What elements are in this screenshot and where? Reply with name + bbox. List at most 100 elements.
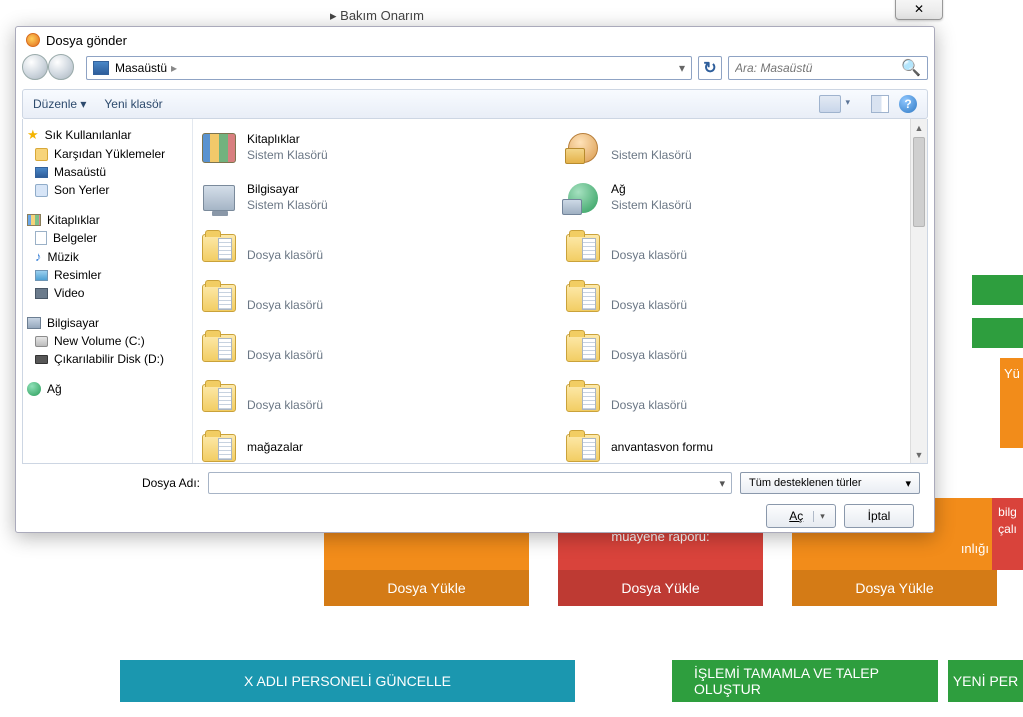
item-network[interactable]: AğSistem Klasörü [563,175,927,221]
item-folder-5-type: Dosya klasörü [247,348,323,364]
vertical-scrollbar[interactable]: ▲ ▼ [910,119,927,463]
item-folder-6[interactable]: Dosya klasörü [563,325,927,371]
item-folder-1[interactable]: Dosya klasörü [199,225,563,271]
computer-icon [27,317,41,329]
item-folder-7-label [247,382,323,398]
tree-desktop-label: Masaüstü [54,165,106,179]
folder-icon [566,284,600,312]
video-icon [35,288,48,299]
file-type-filter[interactable]: Tüm desteklenen türler▾ [740,472,920,494]
item-libraries[interactable]: KitaplıklarSistem Klasörü [199,125,563,171]
music-icon: ♪ [35,249,42,264]
nav-back-button[interactable] [22,54,48,80]
item-folder-8-label [611,382,687,398]
side-green-bar-2 [972,318,1023,348]
address-bar[interactable]: Masaüstü ▸ ▾ [86,56,692,80]
item-folder-3[interactable]: Dosya klasörü [199,275,563,321]
tree-downloads[interactable]: Karşıdan Yüklemeler [27,145,188,163]
open-split-arrow-icon[interactable]: ▾ [813,511,825,522]
tree-video-label: Video [54,286,84,300]
tree-desktop[interactable]: Masaüstü [27,163,188,181]
update-personnel-button[interactable]: X ADLI PERSONELİ GÜNCELLE [120,660,575,702]
item-computer-type: Sistem Klasörü [247,198,328,214]
folder-icon [566,384,600,412]
libraries-icon [27,214,41,226]
upload-card-1-button[interactable]: Dosya Yükle [324,570,529,606]
dialog-close-button[interactable]: ✕ [895,0,943,20]
desktop-icon [93,61,109,75]
item-computer[interactable]: BilgisayarSistem Klasörü [199,175,563,221]
desktop-icon [35,167,48,178]
item-folder-2[interactable]: Dosya klasörü [563,225,927,271]
tree-pictures[interactable]: Resimler [27,266,188,284]
item-libraries-label: Kitaplıklar [247,132,328,148]
preview-pane-button[interactable] [871,95,889,113]
scroll-up-arrow-icon[interactable]: ▲ [911,119,927,136]
scroll-thumb[interactable] [913,137,925,227]
item-network-label: Ağ [611,182,692,198]
tree-computer-label: Bilgisayar [47,316,99,330]
folder-icon [202,434,236,462]
tree-documents[interactable]: Belgeler [27,229,188,247]
dialog-body: ★Sık Kullanılanlar Karşıdan Yüklemeler M… [22,119,928,464]
nav-forward-button[interactable] [48,54,74,80]
tree-network[interactable]: Ağ [27,380,188,398]
item-computer-label: Bilgisayar [247,182,328,198]
view-options-button[interactable] [819,95,841,113]
folder-icon [566,434,600,462]
item-network-type: Sistem Klasörü [611,198,692,214]
item-folder-5[interactable]: Dosya klasörü [199,325,563,371]
new-folder-button[interactable]: Yeni klasör [104,97,162,111]
item-folder-9[interactable]: mağazalar [199,425,563,463]
breadcrumb-label: Bakım Onarım [340,8,424,23]
organize-menu[interactable]: Düzenle ▾ [33,97,86,111]
tree-recent[interactable]: Son Yerler [27,181,188,199]
search-box[interactable]: 🔍 [728,56,928,80]
item-user[interactable]: Sistem Klasörü [563,125,927,171]
item-folder-2-label [611,232,687,248]
tree-favorites[interactable]: ★Sık Kullanılanlar [27,125,188,145]
item-folder-4-type: Dosya klasörü [611,298,687,314]
tree-music[interactable]: ♪Müzik [27,247,188,266]
chevron-down-icon: ▾ [719,477,725,490]
submit-request-button[interactable]: İŞLEMİ TAMAMLA VE TALEP OLUŞTUR [672,660,938,702]
filename-input[interactable]: ▾ [208,472,732,494]
item-folder-8[interactable]: Dosya klasörü [563,375,927,421]
usb-drive-icon [35,355,48,364]
item-folder-4[interactable]: Dosya klasörü [563,275,927,321]
item-folder-1-type: Dosya klasörü [247,248,323,264]
item-folder-10[interactable]: anvantasvon formu [563,425,927,463]
search-icon[interactable]: 🔍 [901,58,921,78]
refresh-button[interactable]: ↻ [698,56,722,80]
tree-libraries[interactable]: Kitaplıklar [27,211,188,229]
address-dropdown-icon[interactable]: ▾ [679,61,685,75]
item-folder-10-label: anvantasvon formu [611,440,713,456]
upload-card-3-button[interactable]: Dosya Yükle [792,570,997,606]
open-button-label: Aç [789,509,803,523]
file-list: KitaplıklarSistem Klasörü Sistem Klasörü… [193,119,927,463]
tree-drive-c[interactable]: New Volume (C:) [27,332,188,350]
dialog-title: Dosya gönder [46,33,127,48]
open-button[interactable]: Aç ▾ [766,504,836,528]
tree-video[interactable]: Video [27,284,188,302]
cancel-button[interactable]: İptal [844,504,914,528]
item-folder-9-label: mağazalar [247,440,303,456]
new-personnel-button[interactable]: YENİ PER [948,660,1023,702]
help-button[interactable]: ? [899,95,917,113]
item-folder-7[interactable]: Dosya klasörü [199,375,563,421]
tree-downloads-label: Karşıdan Yüklemeler [54,147,165,161]
user-folder-icon [568,133,598,163]
item-folder-7-type: Dosya klasörü [247,398,323,414]
dialog-nav-row: Masaüstü ▸ ▾ ↻ 🔍 [22,53,928,83]
tree-drive-d[interactable]: Çıkarılabilir Disk (D:) [27,350,188,368]
item-folder-2-type: Dosya klasörü [611,248,687,264]
dialog-footer: Dosya Adı: ▾ Tüm desteklenen türler▾ Aç▾… [16,464,934,538]
item-user-type: Sistem Klasörü [611,148,692,164]
scroll-down-arrow-icon[interactable]: ▼ [911,446,927,463]
drive-icon [35,336,48,347]
tree-computer[interactable]: Bilgisayar [27,314,188,332]
search-input[interactable] [735,61,901,75]
folder-icon [566,334,600,362]
upload-card-2-button[interactable]: Dosya Yükle [558,570,763,606]
folder-icon [202,234,236,262]
